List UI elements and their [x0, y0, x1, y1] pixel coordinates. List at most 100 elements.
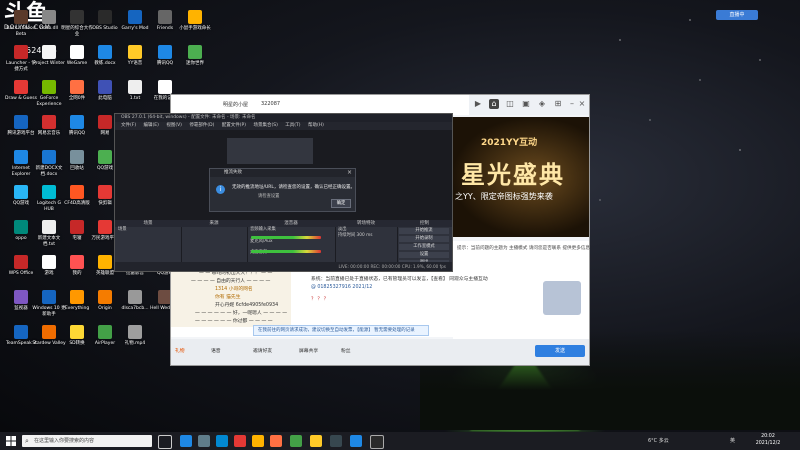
desktop-icon[interactable]: AirPlayer	[88, 325, 122, 347]
menu-edit[interactable]: 编辑(E)	[144, 123, 159, 128]
chat-message: 你有 猫先生	[215, 295, 241, 300]
menu-view[interactable]: 视图(V)	[166, 123, 182, 128]
desktop-icon[interactable]: OBS Studio	[88, 10, 122, 32]
app-icon	[14, 220, 28, 234]
minimize-icon[interactable]: –	[567, 99, 577, 109]
send-button[interactable]: 发送	[535, 345, 585, 357]
edge-icon[interactable]	[180, 435, 192, 447]
stream-error-dialog[interactable]: 推流失败 × i 无效的推流地址/URL，请检查您的设置，确认已经正确设置。 请…	[209, 168, 356, 212]
desktop-icon[interactable]: Garry's Mod	[118, 10, 152, 32]
menu-file[interactable]: 文件(F)	[121, 123, 136, 128]
notice-bar[interactable]: 在我前往的网页请求成功，建议切换至自动发票，【能源】 暂无需要处理的记录	[253, 325, 429, 336]
app-icon	[14, 290, 28, 304]
transition-duration[interactable]: 持续时间 300 ms	[335, 233, 397, 239]
desktop-icon[interactable]: Friends	[148, 10, 182, 32]
app-icon	[14, 80, 28, 94]
taskbar-search-box[interactable]: ⌕ 在这里输入你要搜索的内容	[22, 435, 152, 447]
app-icon	[70, 220, 84, 234]
desktop-icon[interactable]: Origin	[88, 290, 122, 312]
windows-start-icon[interactable]	[6, 436, 16, 446]
mic-button[interactable]: 语音	[211, 347, 221, 354]
user-message: ？ ？ ？	[311, 297, 329, 302]
app-icon	[70, 45, 84, 59]
screen-share-button[interactable]: 屏幕共享	[299, 347, 318, 354]
task-view-icon[interactable]	[158, 435, 172, 449]
mixer-dock-title: 混音器	[247, 220, 335, 227]
desktop-icon[interactable]: 教练.docx	[88, 45, 122, 67]
app-icon	[98, 220, 112, 234]
yy-taskbar-icon[interactable]	[310, 435, 322, 447]
netease-icon[interactable]	[234, 435, 246, 447]
system-clock[interactable]: 20:02 2021/12/2	[748, 434, 788, 447]
close-icon[interactable]: ×	[577, 99, 587, 109]
app-icon	[98, 325, 112, 339]
home-icon[interactable]: ⌂	[489, 99, 499, 109]
app-icon	[70, 10, 84, 24]
chat-list[interactable]: 一 一 哪咤的初出大大！！！ 一 一 一 一 一 一 自由的天行人 一 一 一 …	[171, 267, 291, 327]
desktop-icon[interactable]: 此电脑	[88, 80, 122, 102]
desktop-icon[interactable]: YY语音	[118, 45, 152, 67]
start-recording-button[interactable]: 开始录制	[399, 236, 449, 242]
clock-date: 2021/12/2	[755, 440, 781, 446]
app-icon	[42, 185, 56, 199]
fans-button[interactable]: 粉丝	[341, 347, 351, 354]
grid-icon[interactable]: ⊞	[553, 99, 563, 109]
app-icon	[188, 45, 202, 59]
controller-icon[interactable]: ◈	[537, 99, 547, 109]
desktop-icon-label: Friends	[156, 26, 174, 31]
steam-icon[interactable]	[198, 435, 210, 447]
desktop-icon-label: YY语音	[127, 61, 143, 66]
desktop-icon[interactable]: 迷你世界	[178, 45, 212, 67]
app-icon[interactable]	[330, 435, 342, 447]
app-icon	[98, 10, 112, 24]
play-icon[interactable]: ▶	[473, 99, 483, 109]
explorer-icon[interactable]	[252, 435, 264, 447]
obs-titlebar[interactable]: OBS 27.0.1 (64-bit, windows) - 配置文件: 未命名…	[115, 114, 452, 122]
desktop-icon[interactable]: 1.txt	[118, 80, 152, 102]
dialog-message: 无效的推流地址/URL，请检查您的设置，确认已经正确设置。	[232, 185, 355, 190]
app-icon	[42, 220, 56, 234]
windows-taskbar: ⌕ 在这里输入你要搜索的内容 6°C 多云 英 20:02 2021/12/2	[0, 432, 800, 450]
guardian-badge-image[interactable]	[543, 281, 581, 315]
desktop-icon[interactable]: 礼物.mp4	[118, 325, 152, 347]
menu-tools[interactable]: 工具(T)	[285, 123, 300, 128]
menu-profile[interactable]: 配置文件(P)	[222, 123, 246, 128]
event-banner[interactable]: 2021YY互动 星光盛典 之YY、限定帝图标强势来袭	[451, 117, 589, 237]
app-icon	[42, 255, 56, 269]
obs-taskbar-icon[interactable]	[370, 435, 384, 449]
studio-mode-button[interactable]: 工作室模式	[399, 244, 449, 250]
desktop-icon[interactable]: 小鼠手游戏命长	[178, 10, 212, 32]
desktop-icon-label: 此电脑	[98, 96, 112, 101]
app-icon	[128, 325, 142, 339]
yy-titlebar[interactable]: 明星的小屋 322087 ▶ ⌂ ◫ ▣ ◈ ⊞ – ×	[171, 95, 589, 115]
dialog-ok-button[interactable]: 确定	[331, 199, 351, 208]
menu-help[interactable]: 帮助(H)	[308, 123, 324, 128]
weather-widget[interactable]: 6°C 多云	[648, 432, 669, 450]
invite-button[interactable]: 邀请好友	[253, 347, 272, 354]
app-icon	[42, 325, 56, 339]
gamepad-icon[interactable]: ◫	[505, 99, 515, 109]
chat-message: 一 一 一 一 一 一 好，一呢嗯人 一 一 一 一	[195, 311, 287, 316]
app-icon	[42, 45, 56, 59]
search-icon: ⌕	[25, 437, 29, 445]
gift-button[interactable]: 礼物	[175, 347, 185, 354]
shop-icon[interactable]: ▣	[521, 99, 531, 109]
menu-docks[interactable]: 停靠部件(D)	[189, 123, 214, 128]
settings-button[interactable]: 设置	[399, 252, 449, 258]
preview-thumbnail	[227, 138, 313, 164]
app-icon	[158, 45, 172, 59]
desktop-icon[interactable]: 腾讯QQ	[148, 45, 182, 67]
start-streaming-button[interactable]: 开始推流	[399, 228, 449, 234]
ime-indicator[interactable]: 英	[730, 432, 735, 450]
qq-icon[interactable]	[350, 435, 362, 447]
scene-item[interactable]: 场景	[115, 227, 181, 233]
wechat-icon[interactable]	[290, 435, 302, 447]
store-icon[interactable]	[216, 435, 228, 447]
desktop-icon[interactable]: dlsca7bcb...	[118, 290, 152, 312]
dialog-close-icon[interactable]: ×	[347, 169, 352, 177]
app-icon[interactable]	[270, 435, 282, 447]
app-icon	[70, 325, 84, 339]
user-message: @ 01825327916 2021/12	[311, 285, 373, 290]
menu-scene-collection[interactable]: 场景集合(S)	[253, 123, 277, 128]
app-icon	[98, 45, 112, 59]
